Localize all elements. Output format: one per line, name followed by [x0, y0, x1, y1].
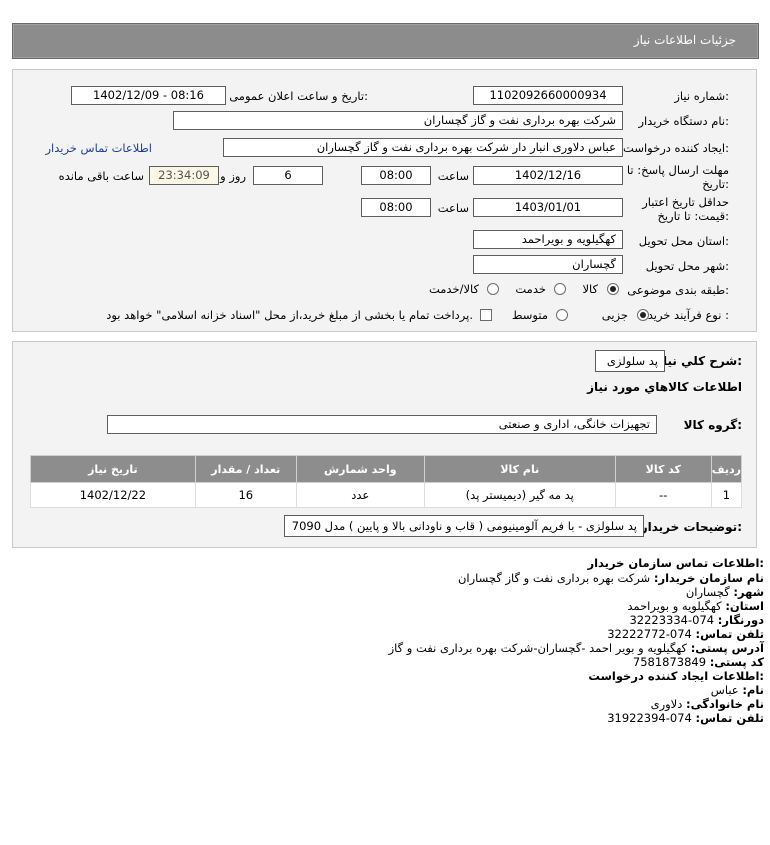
goods-group-field: تجهیزات خانگی، اداری و صنعتی: [107, 415, 657, 434]
deadline-label-line2: تاریخ:: [702, 177, 729, 191]
need-number-label: شماره نیاز:: [674, 89, 729, 103]
deadline-time-field: 08:00: [361, 166, 431, 185]
process-medium-radio[interactable]: [556, 309, 568, 321]
category-label: طبقه بندی موضوعی:: [627, 283, 729, 297]
contact-title: اطلاعات تماس سازمان خریدار:: [587, 556, 764, 570]
payment-note: پرداخت تمام یا بخشی از مبلغ خرید،از محل …: [106, 308, 473, 322]
contact-phone-line: تلفن تماس: 074-32222772: [607, 627, 764, 641]
cell-row-number: 1: [710, 482, 743, 508]
city-label: شهر محل تحویل:: [645, 259, 729, 273]
validity-label-line1: حداقل تاریخ اعتبار: [642, 195, 729, 209]
request-details-panel: شماره نیاز: 1102092660000934 تاریخ و ساع…: [12, 69, 757, 332]
buyer-notes-label: توضیحات خریدار:: [640, 520, 742, 534]
category-both-radio[interactable]: [487, 283, 499, 295]
category-service-label: خدمت: [515, 282, 546, 296]
category-goods-label: کالا: [582, 282, 598, 296]
goods-info-title: اطلاعات كالاهاي مورد نياز: [587, 380, 742, 394]
process-partial-radio[interactable]: [637, 309, 649, 321]
goods-table-header-row: ردیف کد کالا نام کالا واحد شمارش تعداد /…: [30, 455, 743, 483]
days-label: روز و: [220, 169, 246, 183]
contact-city-line: شهر: گچساران: [685, 585, 764, 599]
buyer-org-field: شرکت بهره برداری نفت و گاز گچساران: [173, 111, 623, 130]
validity-time-field: 08:00: [361, 198, 431, 217]
creator-contact-title: اطلاعات ایجاد کننده درخواست:: [588, 669, 764, 683]
creator-label: ایجاد کننده درخواست:: [623, 141, 729, 155]
validity-time-label: ساعت: [437, 201, 469, 215]
province-field: کهگیلویه و بویراحمد: [473, 230, 623, 249]
page-header: جزئیات اطلاعات نیاز: [12, 23, 759, 59]
deadline-time-label: ساعت: [437, 169, 469, 183]
creator-field: عباس دلاوری انبار دار شرکت بهره برداری ن…: [223, 138, 623, 157]
table-row: 1 -- پد مه گیر (دیمیستر پد) عدد 16 1402/…: [30, 482, 743, 508]
cell-item-name: پد مه گیر (دیمیستر پد): [423, 482, 616, 508]
category-service-radio[interactable]: [554, 283, 566, 295]
col-quantity: تعداد / مقدار: [194, 455, 297, 483]
deadline-label-line1: مهلت ارسال پاسخ: تا: [626, 163, 729, 177]
deadline-date-field: 1402/12/16: [473, 166, 623, 185]
creator-phone-line: تلفن تماس: 074-31922394: [607, 711, 764, 725]
validity-label-line2: قیمت: تا تاریخ:: [657, 209, 729, 223]
summary-field: پد سلولزی: [595, 350, 665, 372]
summary-label: شرح كلي نياز:: [656, 354, 742, 368]
remaining-time-label: ساعت باقی مانده: [58, 169, 144, 183]
col-item-code: کد کالا: [614, 455, 712, 483]
col-need-date: تاریخ نیاز: [30, 455, 196, 483]
page-title: جزئیات اطلاعات نیاز: [633, 33, 736, 47]
buyer-notes-field: پد سلولزی - با فریم آلومینیومی ( قاب و ن…: [284, 515, 644, 537]
contact-info-link[interactable]: اطلاعات تماس خریدار: [45, 141, 152, 155]
cell-item-code: --: [614, 482, 712, 508]
contact-postal-line: کد پستی: 7581873849: [632, 655, 764, 669]
buyer-contact-section: اطلاعات تماس سازمان خریدار: نام سازمان خ…: [24, 556, 764, 756]
remaining-time-field: 23:34:09: [149, 166, 219, 185]
process-label: نوع فرآیند خرید :: [647, 308, 729, 322]
process-partial-label: جزیی: [601, 308, 628, 322]
col-item-name: نام کالا: [423, 455, 616, 483]
validity-date-field: 1403/01/01: [473, 198, 623, 217]
announce-label: تاریخ و ساعت اعلان عمومی:: [229, 89, 368, 103]
category-both-label: کالا/خدمت: [428, 282, 479, 296]
buyer-org-label: نام دستگاه خریدار:: [638, 114, 729, 128]
creator-name-line: نام: عباس: [710, 683, 764, 697]
contact-fax-line: دورنگار: 074-32223334: [629, 613, 764, 627]
need-description-panel: شرح كلي نياز: پد سلولزی اطلاعات كالاهاي …: [12, 341, 757, 548]
payment-checkbox[interactable]: [480, 309, 492, 321]
days-field: 6: [253, 166, 323, 185]
province-label: استان محل تحویل:: [638, 234, 729, 248]
contact-province-line: استان: کهگیلویه و بویراحمد: [627, 599, 764, 613]
need-number-field: 1102092660000934: [473, 86, 623, 105]
contact-address-line: آدرس پستی: کهگیلویه و بویر احمد -گچساران…: [388, 641, 764, 655]
creator-family-line: نام خانوادگی: دلاوری: [650, 697, 764, 711]
col-row-number: ردیف: [710, 455, 743, 483]
cell-quantity: 16: [194, 482, 297, 508]
process-medium-label: متوسط: [511, 308, 548, 322]
announce-field: 1402/12/09 - 08:16: [71, 86, 226, 105]
goods-table: ردیف کد کالا نام کالا واحد شمارش تعداد /…: [30, 455, 743, 508]
col-unit: واحد شمارش: [295, 455, 425, 483]
goods-group-label: گروه كالا:: [683, 418, 742, 432]
cell-unit: عدد: [295, 482, 425, 508]
cell-need-date: 1402/12/22: [30, 482, 196, 508]
city-field: گچساران: [473, 255, 623, 274]
contact-org-line: نام سازمان خریدار: شرکت بهره برداری نفت …: [457, 571, 764, 585]
category-goods-radio[interactable]: [607, 283, 619, 295]
